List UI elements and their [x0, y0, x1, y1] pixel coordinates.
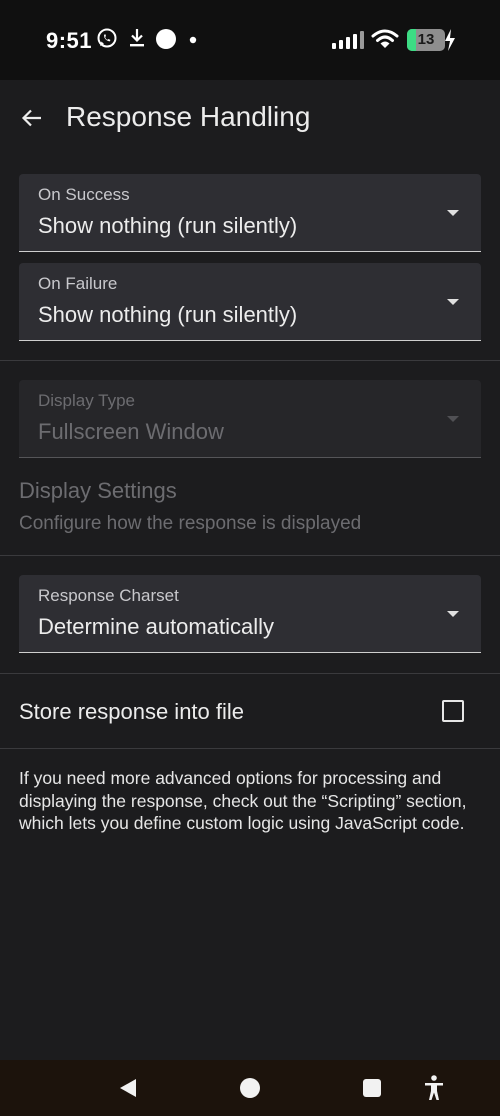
divider — [0, 555, 500, 556]
response-charset-label: Response Charset — [38, 586, 179, 605]
divider — [0, 748, 500, 749]
download-icon — [130, 29, 144, 47]
circle-notification-icon — [156, 29, 176, 49]
on-failure-value: Show nothing (run silently) — [38, 302, 298, 327]
whatsapp-icon — [97, 28, 117, 48]
dot-icon — [189, 36, 197, 44]
response-charset-value: Determine automatically — [38, 614, 274, 639]
on-success-value: Show nothing (run silently) — [38, 213, 298, 238]
recents-square-icon[interactable] — [361, 1077, 383, 1099]
dropdown-arrow-icon — [447, 611, 459, 617]
divider — [0, 360, 500, 361]
display-type-value: Fullscreen Window — [38, 419, 224, 444]
display-type-label: Display Type — [38, 391, 136, 410]
arrow-left-icon — [21, 109, 41, 127]
on-success-dropdown[interactable]: On Success Show nothing (run silently) — [19, 174, 481, 252]
page-title: Response Handling — [66, 101, 311, 132]
back-triangle-icon[interactable] — [116, 1076, 140, 1100]
dropdown-arrow-icon — [447, 416, 459, 422]
home-circle-icon[interactable] — [238, 1076, 262, 1100]
response-charset-dropdown[interactable]: Response Charset Determine automatically — [19, 575, 481, 653]
back-button[interactable] — [14, 100, 50, 136]
status-time: 9:51 — [46, 28, 93, 53]
status-bar: 9:51 13 — [0, 0, 500, 80]
display-type-dropdown: Display Type Fullscreen Window — [19, 380, 481, 458]
dropdown-arrow-icon — [447, 210, 459, 216]
dropdown-arrow-icon — [447, 299, 459, 305]
on-failure-dropdown[interactable]: On Failure Show nothing (run silently) — [19, 263, 481, 341]
navigation-bar — [0, 1060, 500, 1116]
store-response-row[interactable]: Store response into file — [0, 674, 500, 748]
info-text: If you need more advanced options for pr… — [19, 768, 467, 833]
store-response-checkbox[interactable] — [442, 700, 464, 722]
display-settings-title: Display Settings — [19, 478, 177, 503]
on-success-label: On Success — [38, 185, 130, 204]
battery-icon: 13 — [407, 29, 445, 51]
wifi-icon — [371, 29, 399, 48]
app-bar: Response Handling — [0, 80, 500, 156]
display-settings-subtitle: Configure how the response is displayed — [19, 513, 362, 534]
charging-icon — [445, 29, 455, 51]
store-response-label: Store response into file — [19, 699, 245, 724]
accessibility-icon[interactable] — [422, 1074, 446, 1102]
on-failure-label: On Failure — [38, 274, 118, 293]
battery-level: 13 — [417, 31, 435, 48]
signal-icon — [332, 31, 364, 49]
